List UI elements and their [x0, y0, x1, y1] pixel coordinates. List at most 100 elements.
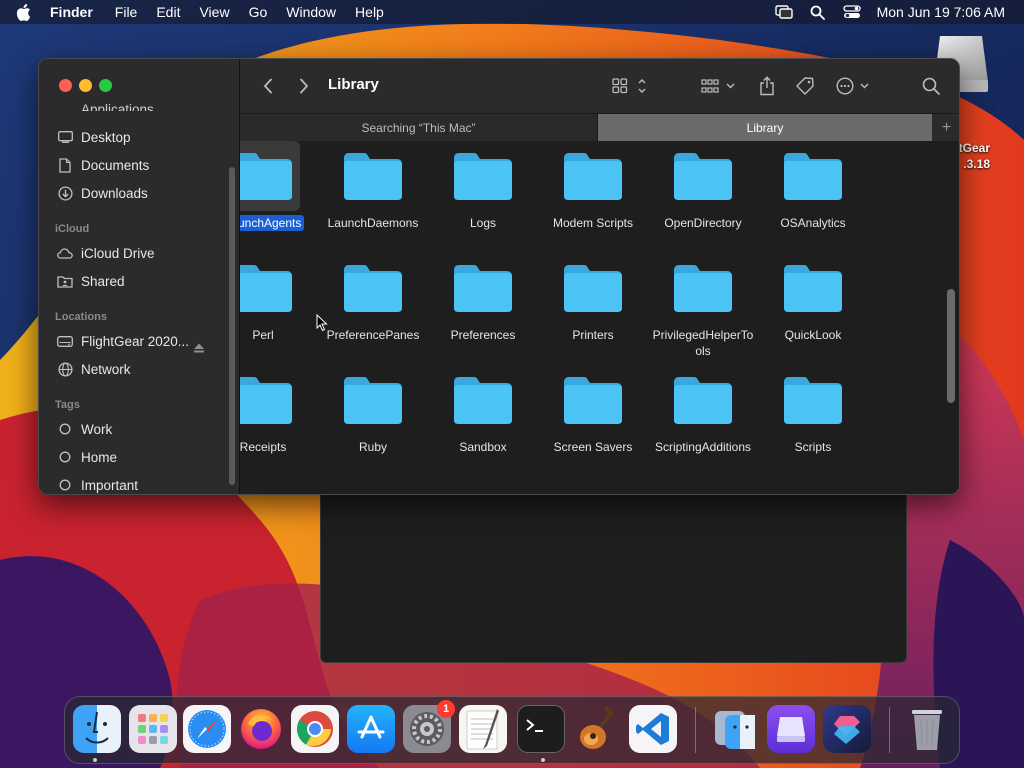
spotlight-search-icon[interactable] [809, 3, 827, 21]
dock-app-store[interactable] [347, 705, 395, 753]
folder-item[interactable]: Scripts [758, 365, 868, 455]
dock: 1 [64, 696, 960, 764]
folder-item[interactable]: Ruby [318, 365, 428, 455]
sidebar-item-documents[interactable]: Documents [57, 154, 149, 176]
folder-icon [776, 141, 850, 211]
folder-name: Preferences [450, 328, 516, 342]
sidebar-item-applications[interactable]: Applications [57, 99, 154, 111]
dock-garageband[interactable] [573, 705, 621, 753]
screen-mirroring-icon[interactable] [774, 3, 793, 21]
sidebar-item-label: Applications [81, 102, 154, 111]
back-button[interactable] [260, 75, 276, 97]
control-center-icon[interactable] [842, 3, 861, 21]
dock-firefox[interactable] [237, 705, 285, 753]
dock-vscode[interactable] [629, 705, 677, 753]
folder-item[interactable]: Modem Scripts [538, 141, 648, 231]
folder-item[interactable]: Logs [428, 141, 538, 231]
folder-name: OSAnalytics [780, 216, 846, 230]
search-button[interactable] [920, 75, 942, 97]
sidebar-item-tag-important[interactable]: Important [57, 474, 138, 494]
folder-item[interactable]: Receipts [240, 365, 318, 455]
view-mode-button[interactable] [610, 75, 650, 97]
sidebar-item-label: Downloads [81, 185, 148, 201]
eject-icon[interactable] [193, 343, 205, 353]
menu-view[interactable]: View [199, 4, 229, 20]
dock-system-preferences[interactable]: 1 [403, 700, 455, 753]
folder-item[interactable]: Preferences [428, 253, 538, 343]
folder-name: Logs [469, 216, 497, 230]
minimize-window-button[interactable] [79, 79, 92, 92]
firefox-icon [241, 709, 281, 749]
folder-icon [336, 365, 410, 435]
sidebar-item-flightgear[interactable]: FlightGear 2020... [57, 330, 189, 352]
new-tab-button[interactable]: + [932, 114, 959, 141]
sidebar-item-downloads[interactable]: Downloads [57, 182, 148, 204]
dock-terminal[interactable] [517, 705, 565, 753]
folder-item[interactable]: QuickLook [758, 253, 868, 343]
dock-chrome[interactable] [291, 705, 339, 753]
folder-item[interactable]: PrivilegedHelperTools [648, 253, 758, 359]
terminal-icon [526, 719, 543, 732]
menu-edit[interactable]: Edit [156, 4, 180, 20]
menu-app-name[interactable]: Finder [50, 4, 93, 20]
safari-icon [188, 710, 226, 748]
tab-searching-this-mac[interactable]: Searching “This Mac” [240, 114, 598, 141]
sidebar-item-label: Shared [81, 273, 125, 289]
menu-clock[interactable]: Mon Jun 19 7:06 AM [877, 4, 1005, 20]
folder-name: Printers [572, 328, 614, 342]
menu-help[interactable]: Help [355, 4, 384, 20]
tag-circle-icon [57, 449, 73, 465]
folder-item[interactable]: Perl [240, 253, 318, 343]
folder-item[interactable]: LaunchAgents [240, 141, 318, 231]
folder-item[interactable]: Screen Savers [538, 365, 648, 455]
mouse-cursor-icon [316, 314, 328, 332]
sidebar-item-network[interactable]: Network [57, 358, 131, 380]
folder-icon [446, 253, 520, 323]
folder-item[interactable]: PreferencePanes [318, 253, 428, 343]
menu-go[interactable]: Go [249, 4, 268, 20]
dock-textedit[interactable] [459, 705, 507, 753]
sidebar-heading-icloud: iCloud [55, 223, 90, 235]
group-by-button[interactable] [700, 75, 738, 97]
search-icon [922, 77, 940, 95]
apple-logo-icon[interactable] [16, 0, 36, 24]
dock-safari[interactable] [183, 705, 231, 753]
sidebar-item-icloud-drive[interactable]: iCloud Drive [57, 242, 155, 264]
dock-finder[interactable] [73, 705, 121, 753]
dock-trash[interactable] [903, 705, 951, 753]
content-scrollbar[interactable] [947, 289, 955, 403]
finder-window[interactable]: Applications Desktop Documents Downloads… [38, 58, 960, 495]
dock-migration-assistant[interactable] [711, 705, 759, 753]
folder-grid: LaunchAgents LaunchDaemons Logs Modem Scrip… [240, 141, 959, 494]
folder-item[interactable]: Printers [538, 253, 648, 343]
share-button[interactable] [756, 75, 778, 97]
close-window-button[interactable] [59, 79, 72, 92]
sidebar-scrollbar[interactable] [229, 167, 235, 485]
dock-drive-utility[interactable] [767, 705, 815, 753]
dock-shortcuts[interactable] [823, 705, 871, 753]
forward-button[interactable] [296, 75, 312, 97]
tab-library[interactable]: Library [598, 114, 932, 141]
sidebar-item-shared[interactable]: Shared [57, 270, 125, 292]
more-actions-button[interactable] [836, 75, 872, 97]
folder-item[interactable]: Sandbox [428, 365, 538, 455]
textedit-icon [466, 709, 499, 750]
sidebar-item-tag-work[interactable]: Work [57, 418, 112, 440]
folder-name: Receipts [240, 440, 287, 454]
folder-item[interactable]: OpenDirectory [648, 141, 758, 231]
trash-icon [912, 710, 942, 750]
folder-item[interactable]: LaunchDaemons [318, 141, 428, 231]
folder-item[interactable]: ScriptingAdditions [648, 365, 758, 455]
dock-launchpad[interactable] [129, 705, 177, 753]
menu-file[interactable]: File [115, 4, 138, 20]
sidebar-item-desktop[interactable]: Desktop [57, 126, 131, 148]
menu-window[interactable]: Window [286, 4, 336, 20]
folder-item[interactable]: OSAnalytics [758, 141, 868, 231]
desktop-icon [57, 129, 73, 145]
sidebar-item-tag-home[interactable]: Home [57, 446, 117, 468]
group-grid-icon [701, 79, 735, 93]
maximize-window-button[interactable] [99, 79, 112, 92]
running-indicator [541, 758, 545, 762]
tags-button[interactable] [793, 75, 817, 97]
background-window[interactable] [320, 470, 907, 663]
